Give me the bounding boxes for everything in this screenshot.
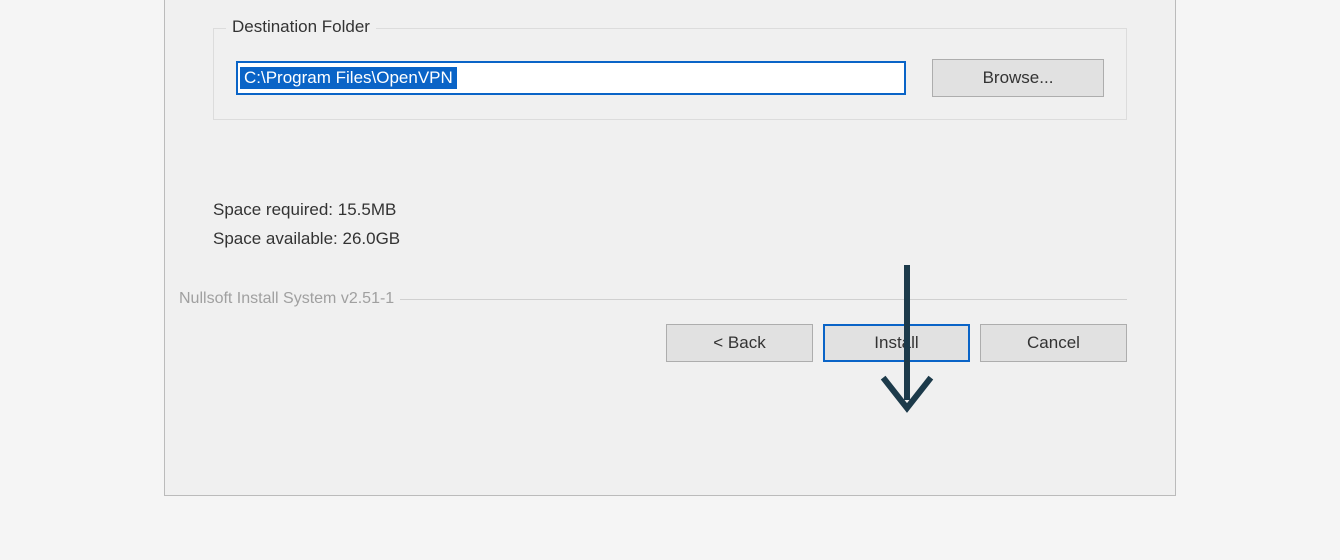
back-button[interactable]: < Back	[666, 324, 813, 362]
space-info: Space required: 15.5MB Space available: …	[213, 196, 400, 254]
destination-path-input[interactable]: C:\Program Files\OpenVPN	[236, 61, 906, 95]
space-required-label: Space required:	[213, 200, 338, 219]
install-button[interactable]: Install	[823, 324, 970, 362]
browse-button[interactable]: Browse...	[932, 59, 1104, 97]
destination-fieldset: Destination Folder C:\Program Files\Open…	[213, 28, 1127, 120]
space-available-row: Space available: 26.0GB	[213, 225, 400, 254]
destination-section: Destination Folder C:\Program Files\Open…	[213, 28, 1127, 120]
separator-line	[400, 299, 1127, 300]
space-available-label: Space available:	[213, 229, 342, 248]
destination-legend: Destination Folder	[226, 17, 376, 37]
destination-row: C:\Program Files\OpenVPN Browse...	[236, 59, 1104, 97]
button-row: < Back Install Cancel	[666, 324, 1127, 362]
space-available-value: 26.0GB	[342, 229, 400, 248]
destination-path-value: C:\Program Files\OpenVPN	[240, 67, 457, 89]
separator: Nullsoft Install System v2.51-1	[179, 290, 1127, 308]
cancel-button[interactable]: Cancel	[980, 324, 1127, 362]
installer-system-label: Nullsoft Install System v2.51-1	[179, 290, 394, 308]
installer-dialog: Destination Folder C:\Program Files\Open…	[164, 0, 1176, 496]
space-required-value: 15.5MB	[338, 200, 397, 219]
space-required-row: Space required: 15.5MB	[213, 196, 400, 225]
